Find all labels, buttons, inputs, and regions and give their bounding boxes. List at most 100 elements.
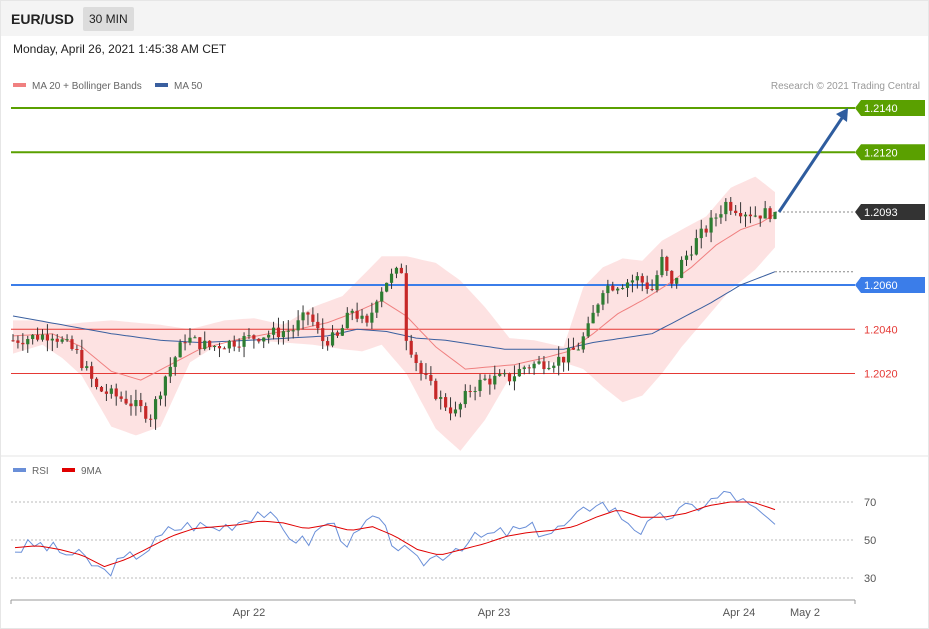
candle-body [40, 334, 45, 340]
candle-body [281, 331, 285, 338]
candle-body [493, 375, 497, 385]
candle-body [409, 340, 413, 355]
candle-body [16, 340, 20, 343]
candle-body [675, 277, 679, 284]
candle-body [463, 390, 467, 405]
candle-body [394, 267, 399, 274]
candle-body [301, 312, 305, 321]
candle-body [326, 341, 330, 346]
candle-body [537, 361, 541, 364]
candle-body [99, 386, 104, 392]
candle-body [291, 330, 295, 332]
candle-body [227, 340, 231, 349]
rsi-tick-label: 30 [864, 573, 876, 585]
candle-body [222, 348, 226, 350]
candle-body [149, 418, 153, 420]
candle-body [85, 366, 89, 369]
candle-body [468, 390, 472, 392]
candle-body [385, 282, 389, 292]
candle-body [763, 208, 767, 219]
candle-body [370, 312, 374, 323]
candle-body [276, 327, 281, 338]
candle-body [650, 288, 654, 290]
candle-body [404, 273, 408, 341]
candle-body [316, 321, 320, 329]
candle-body [21, 342, 25, 345]
candle-body [242, 336, 246, 347]
candle-body [719, 214, 723, 218]
candle-body [547, 367, 551, 370]
candle-body [153, 399, 158, 420]
candle-body [635, 276, 639, 281]
candle-body [483, 378, 487, 380]
candle-body [31, 334, 35, 340]
candle-body [389, 273, 394, 283]
candle-body [699, 228, 703, 239]
candle-body [55, 338, 59, 342]
rsi-tick-label: 70 [864, 497, 876, 509]
candle-body [458, 404, 462, 410]
rsi-line [14, 490, 776, 577]
candle-body [60, 339, 64, 342]
x-tick-label: Apr 23 [478, 607, 510, 619]
candle-body [552, 365, 556, 368]
candle-body [527, 367, 531, 369]
candle-body [345, 312, 349, 329]
candle-body [70, 339, 74, 349]
candle-body [640, 276, 644, 283]
candle-body [163, 376, 167, 396]
candle-body [35, 334, 40, 340]
candle-body [286, 330, 290, 332]
level-label: 1.2020 [864, 369, 898, 381]
candle-body [360, 315, 364, 319]
candle-body [768, 208, 772, 219]
candle-body [94, 378, 99, 387]
candle-body [444, 397, 448, 408]
candle-body [562, 356, 566, 363]
candle-body [439, 397, 443, 399]
candle-body [104, 391, 109, 394]
candle-body [330, 332, 335, 346]
candle-body [296, 320, 300, 331]
candle-body [507, 373, 512, 382]
candle-body [144, 406, 148, 419]
candle-body [714, 217, 718, 219]
candle-body [267, 334, 271, 338]
candle-body [596, 304, 600, 313]
candle-body [80, 349, 84, 369]
candle-body [621, 287, 625, 289]
candle-body [655, 275, 659, 290]
candle-body [340, 328, 344, 336]
candle-body [689, 254, 694, 256]
candle-body [670, 270, 674, 284]
candle-body [321, 328, 325, 342]
candle-body [512, 376, 517, 382]
candle-body [542, 361, 546, 370]
candle-body [616, 288, 620, 291]
candle-body [188, 337, 192, 343]
candle-body [448, 407, 453, 414]
candle-body [168, 366, 172, 377]
candle-body [119, 396, 123, 399]
candle-body [355, 310, 359, 319]
candle-body [709, 217, 713, 233]
candle-body [183, 342, 187, 344]
candle-body [566, 347, 571, 363]
candle-body [109, 388, 113, 394]
candle-body [271, 327, 276, 335]
candle-body [591, 312, 595, 324]
candle-body [75, 348, 79, 350]
candle-body [419, 363, 423, 374]
candle-body [262, 337, 266, 342]
candle-body [473, 391, 477, 393]
candle-body [158, 395, 163, 400]
candle-body [729, 201, 733, 211]
candle-body [758, 215, 762, 219]
candle-body [365, 315, 369, 323]
candle-body [114, 388, 118, 397]
candle-body [738, 212, 743, 217]
candle-body [212, 345, 217, 348]
candle-body [611, 285, 615, 291]
level-label: 1.2140 [864, 103, 898, 115]
candle-body [335, 332, 340, 336]
